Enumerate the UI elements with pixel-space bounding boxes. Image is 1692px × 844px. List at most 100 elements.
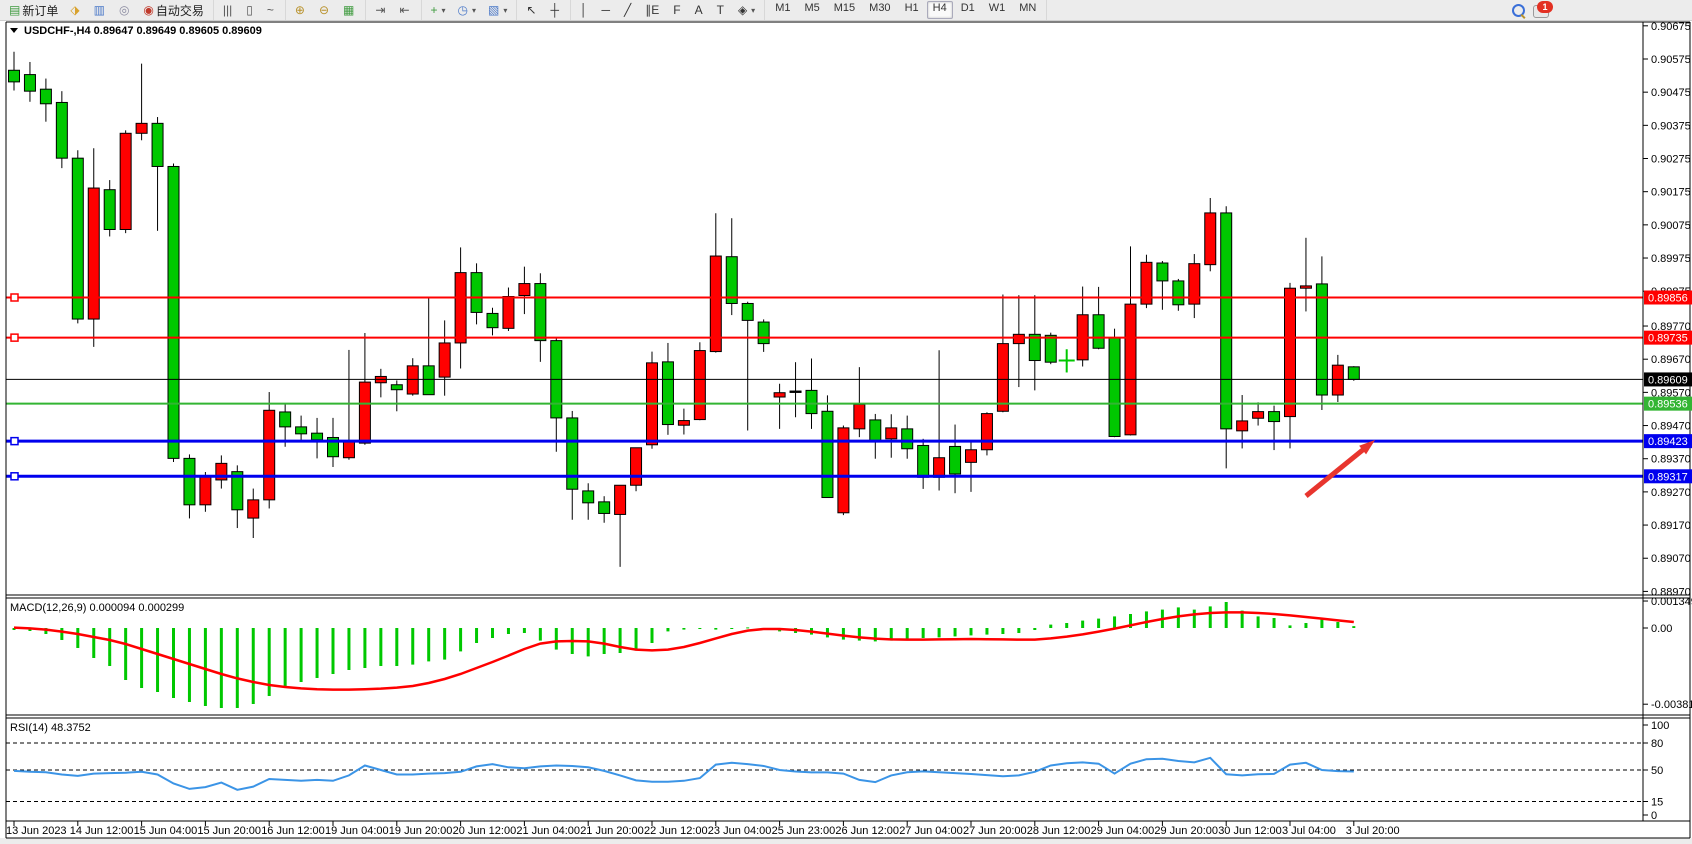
notifications-icon[interactable]: 1 [1533, 3, 1553, 18]
macd-histogram-bar [347, 628, 350, 670]
timeframe-w1-button[interactable]: W1 [983, 1, 1012, 19]
candle-body [806, 390, 817, 413]
arrows-button[interactable]: ◈▾ [733, 0, 760, 20]
macd-histogram-bar [1352, 626, 1355, 628]
candle-body [439, 343, 450, 377]
arrows-dropdown-caret[interactable]: ▾ [751, 6, 755, 15]
search-icon[interactable] [1512, 4, 1525, 17]
macd-histogram-bar [60, 628, 63, 640]
crosshair-button[interactable]: ┼ [545, 0, 566, 20]
periods-dropdown-caret[interactable]: ▾ [472, 6, 476, 15]
timeframe-m5-button[interactable]: M5 [798, 1, 825, 19]
profiles-button[interactable]: ▥ [89, 0, 112, 20]
macd-histogram-bar [1289, 625, 1292, 628]
candle-body [40, 89, 51, 104]
date-axis-label: 25 Jun 23:00 [772, 825, 836, 837]
timeframe-mn-button[interactable]: MN [1013, 1, 1042, 19]
chart-bars-button[interactable]: ||| [218, 0, 239, 20]
periods-button[interactable]: ◷▾ [453, 0, 482, 20]
text-icon: A [695, 1, 703, 19]
timeframe-d1-button[interactable]: D1 [955, 1, 981, 19]
macd-histogram-bar [698, 628, 701, 629]
candle-body [471, 273, 482, 313]
macd-histogram-bar [204, 628, 207, 706]
macd-histogram-bar [92, 628, 95, 658]
macd-histogram-bar [1257, 616, 1260, 628]
cursor-button[interactable]: ↖ [521, 0, 543, 20]
zoom-out-button[interactable]: ⊖ [314, 0, 336, 20]
timeframe-h4-button[interactable]: H4 [927, 1, 953, 19]
chart-canvas[interactable]: USDCHF-,H4 0.89647 0.89649 0.89605 0.896… [0, 0, 1692, 844]
hline-drag-handle[interactable] [11, 334, 18, 341]
text-button[interactable]: A [690, 0, 710, 20]
candle-body [886, 428, 897, 439]
trendline-button[interactable]: ╱ [619, 0, 638, 20]
hline-drag-handle[interactable] [11, 473, 18, 480]
candle-body [168, 166, 179, 458]
macd-histogram-bar [1049, 625, 1052, 628]
candle-body [678, 421, 689, 426]
timeframe-m30-button[interactable]: M30 [863, 1, 896, 19]
date-axis-label: 13 Jun 2023 [6, 825, 67, 837]
candle-body [1300, 286, 1311, 288]
timeframe-m1-button[interactable]: M1 [769, 1, 796, 19]
equidistant-channel-button[interactable]: ∥E [640, 0, 666, 20]
candle-body [56, 102, 67, 158]
candle-body [120, 133, 131, 229]
vertical-line-button[interactable]: │ [575, 0, 595, 20]
candle-body [1348, 367, 1359, 380]
macd-histogram-bar [379, 628, 382, 666]
timeframe-m15-button[interactable]: M15 [828, 1, 861, 19]
macd-histogram-bar [156, 628, 159, 692]
auto-scroll-icon: ⇥ [375, 1, 385, 19]
chart-shift-button[interactable]: ⇤ [394, 0, 416, 20]
candle-body [152, 123, 163, 166]
toolbar-group-5: ↖┼ [517, 0, 571, 20]
macd-histogram-bar [300, 628, 303, 682]
candle-body [503, 297, 514, 329]
indicators-button[interactable]: +▾ [426, 0, 451, 20]
chart-line-button[interactable]: ~ [262, 0, 281, 20]
macd-histogram-bar [1273, 618, 1276, 628]
macd-histogram-bar [555, 628, 558, 650]
macd-histogram-bar [1001, 628, 1004, 634]
templates-dropdown-caret[interactable]: ▾ [503, 6, 507, 15]
date-axis-label: 27 Jun 20:00 [963, 825, 1027, 837]
macd-axis-label: 0.00 [1651, 623, 1672, 635]
candle-body [1316, 284, 1327, 395]
templates-button[interactable]: ▧▾ [483, 0, 512, 20]
macd-histogram-bar [603, 628, 606, 654]
toolbar-right-group: 1 [1504, 0, 1559, 20]
new-order-button[interactable]: ▤新订单 [4, 0, 63, 20]
tile-windows-icon: ▦ [343, 1, 354, 19]
macd-histogram-bar [619, 628, 622, 653]
candle-body [981, 414, 992, 450]
signals-button[interactable]: ◎ [114, 0, 136, 20]
date-axis-label: 29 Jun 20:00 [1154, 825, 1218, 837]
candle-body [1332, 365, 1343, 395]
text-label-button[interactable]: T [712, 0, 731, 20]
macd-histogram-bar [842, 628, 845, 640]
toolbar-group-0: ▤新订单⬗▥◎◉自动交易 [0, 0, 214, 20]
print-preview-button[interactable]: ⬗ [65, 0, 86, 20]
macd-histogram-bar [746, 627, 749, 628]
candle-body [1109, 338, 1120, 437]
zoom-in-button[interactable]: ⊕ [290, 0, 312, 20]
auto-scroll-button[interactable]: ⇥ [370, 0, 392, 20]
horizontal-line-button[interactable]: ─ [596, 0, 617, 20]
fibonacci-button[interactable]: F [668, 0, 687, 20]
indicators-dropdown-caret[interactable]: ▾ [442, 6, 446, 15]
zoom-out-icon: ⊖ [319, 1, 329, 19]
chart-candles-button[interactable]: ▯ [241, 0, 260, 20]
hline-drag-handle[interactable] [11, 294, 18, 301]
macd-histogram-bar [1225, 602, 1228, 628]
autotrading-button[interactable]: ◉自动交易 [138, 0, 209, 20]
tile-windows-button[interactable]: ▦ [338, 0, 361, 20]
hline-drag-handle[interactable] [11, 438, 18, 445]
toolbar-group-1: |||▯~ [214, 0, 286, 20]
date-axis-label: 21 Jun 20:00 [580, 825, 644, 837]
timeframe-h1-button[interactable]: H1 [899, 1, 925, 19]
candle-body [726, 257, 737, 304]
rsi-axis-label: 100 [1651, 720, 1669, 732]
macd-histogram-bar [236, 628, 239, 708]
